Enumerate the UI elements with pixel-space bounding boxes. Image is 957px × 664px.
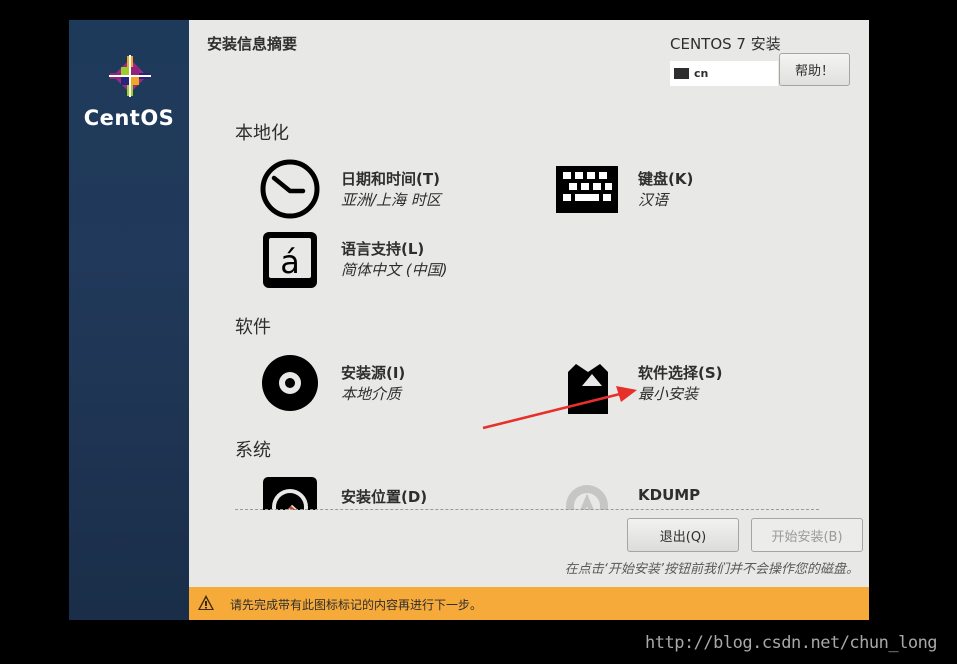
harddisk-icon (263, 477, 317, 510)
language-icon: á (263, 232, 317, 288)
section-title-system: 系统 (235, 440, 271, 461)
section-title-software: 软件 (235, 317, 271, 338)
spoke-language[interactable]: á 语言支持(L) 简体中文 (中国) (259, 228, 499, 290)
kdump-icon (566, 485, 608, 510)
svg-text:á: á (280, 243, 300, 281)
centos-logo-icon (109, 55, 151, 97)
spoke-keyboard[interactable]: 键盘(K) 汉语 (556, 158, 796, 220)
quit-button[interactable]: 退出(Q) (627, 518, 739, 552)
spoke-language-status: 简体中文 (中国) (341, 261, 448, 279)
spoke-kdump-name: KDUMP (638, 486, 701, 504)
begin-installation-button[interactable]: 开始安装(B) (751, 518, 863, 552)
spoke-datetime[interactable]: 日期和时间(T) 亚洲/上海 时区 (259, 158, 499, 220)
disc-icon (262, 355, 318, 411)
red-arrow-annotation (482, 386, 637, 430)
spoke-software-selection-status: 最小安装 (638, 385, 699, 403)
clock-icon (260, 159, 320, 219)
spoke-install-destination-name: 安装位置(D) (341, 488, 428, 506)
spoke-datetime-status: 亚洲/上海 时区 (341, 191, 441, 209)
warning-icon (198, 595, 214, 610)
spoke-kdump[interactable]: KDUMP (556, 476, 796, 510)
watermark: http://blog.csdn.net/chun_long (645, 633, 938, 653)
section-title-localization: 本地化 (235, 123, 289, 144)
spokes-scroll-area[interactable]: 本地化 日期和时间(T) 亚洲/上海 时区 键盘(K) 汉语 á 语言支持(L)… (189, 20, 869, 510)
spoke-install-destination[interactable]: 安装位置(D) (259, 476, 499, 510)
spoke-install-source-status: 本地介质 (341, 385, 402, 403)
divider (235, 509, 819, 510)
spoke-software-selection-name: 软件选择(S) (638, 364, 723, 382)
spoke-keyboard-status: 汉语 (638, 191, 669, 209)
sidebar: CentOS (69, 20, 189, 620)
installer-window: CentOS 安装信息摘要 CENTOS 7 安装 cn 帮助！ 本地化 日期和… (69, 20, 869, 620)
keyboard-icon (556, 166, 618, 213)
warning-bar: 请先完成带有此图标标记的内容再进行下一步。 (189, 587, 869, 620)
spoke-install-source[interactable]: 安装源(I) 本地介质 (259, 352, 499, 414)
spoke-language-name: 语言支持(L) (341, 240, 425, 258)
disk-notice-text: 在点击‘开始安装’按钮前我们并不会操作您的磁盘。 (564, 562, 859, 577)
warning-text: 请先完成带有此图标标记的内容再进行下一步。 (230, 598, 483, 612)
spoke-keyboard-name: 键盘(K) (638, 170, 694, 188)
summary-hub: 安装信息摘要 CENTOS 7 安装 cn 帮助！ 本地化 日期和时间(T) 亚… (189, 20, 869, 620)
spoke-datetime-name: 日期和时间(T) (341, 170, 440, 188)
centos-logo-text: CentOS (83, 106, 175, 130)
spoke-install-source-name: 安装源(I) (341, 364, 406, 382)
